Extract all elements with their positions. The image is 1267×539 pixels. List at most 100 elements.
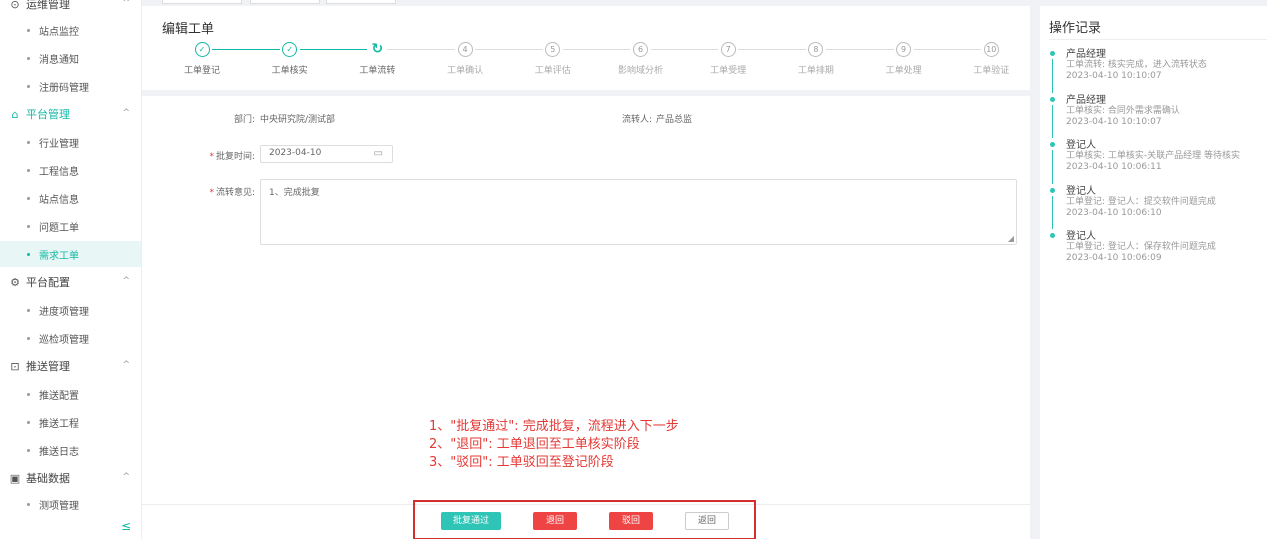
steps-card: 编辑工单 ✓ 工单登记 ✓ 工单核实 ↻ 工单流转 4 工单确认 5 工单评估 6 影响域分析 7 工单受…	[142, 6, 1030, 90]
sidebar-item-project-info[interactable]: 工程信息	[0, 157, 141, 183]
step-2: ✓ 工单核实	[245, 42, 335, 76]
transfer-person-label: 流转人:	[621, 115, 652, 125]
approve-time-label-text: 批复时间:	[215, 152, 255, 162]
chevron-up-icon: ^	[122, 472, 130, 482]
sidebar-group-push[interactable]: ⊡ 推送管理 ^	[0, 353, 141, 379]
sidebar-item-inspection[interactable]: 巡检项管理	[0, 325, 141, 351]
calendar-icon[interactable]: ▭	[374, 148, 383, 159]
collapse-menu-icon[interactable]: ≤	[121, 519, 131, 533]
step-label: 工单排期	[797, 66, 834, 76]
chevron-up-icon: ^	[122, 360, 130, 370]
config-icon: ⚙	[10, 275, 20, 289]
log-who: 登记人	[1066, 231, 1096, 242]
bullet-icon	[27, 252, 30, 256]
step-5: 5 工单评估	[508, 42, 598, 76]
step-number: 9	[896, 42, 912, 57]
tab[interactable]	[326, 0, 396, 4]
reject-button[interactable]: 驳回	[609, 512, 653, 530]
sidebar-item-issue-tickets[interactable]: 问题工单	[0, 213, 141, 239]
sidebar-item-label: 巡检项管理	[39, 334, 89, 346]
sidebar-item-push-config[interactable]: 推送配置	[0, 381, 141, 407]
resize-grip-icon[interactable]: ◢	[1008, 234, 1014, 243]
bullet-icon	[27, 28, 30, 32]
sidebar-item-site-monitor[interactable]: 站点监控	[0, 17, 141, 43]
log-time: 2023-04-10 10:06:09	[1066, 253, 1162, 263]
sidebar-item-progress[interactable]: 进度项管理	[0, 297, 141, 323]
timeline-dot	[1050, 51, 1055, 56]
log-entry: 登记人 工单登记: 登记人：提交软件问题完成 2023-04-10 10:06:10	[1066, 186, 1266, 219]
bullet-icon	[27, 420, 30, 424]
bullet-icon	[27, 336, 30, 340]
sidebar-item-label: 推送日志	[39, 446, 79, 458]
log-desc: 工单登记: 登记人：提交软件问题完成	[1066, 196, 1216, 207]
timeline-line	[1052, 59, 1053, 93]
form-card: 部门: 中央研究院/测试部 流转人: 产品总监 * 批复时间: 2023-04-1…	[142, 96, 1030, 539]
sidebar-item-label: 需求工单	[39, 250, 79, 262]
opinion-label: * 流转意见:	[155, 185, 255, 198]
step-10: 10 工单验证	[946, 42, 1036, 76]
sidebar-group-config[interactable]: ⚙ 平台配置 ^	[0, 269, 141, 295]
step-number: 7	[720, 42, 736, 57]
log-who: 登记人	[1066, 185, 1096, 197]
sidebar-item-industry[interactable]: 行业管理	[0, 129, 141, 155]
sidebar-item-push-project[interactable]: 推送工程	[0, 409, 141, 435]
step-label: 工单登记	[183, 66, 220, 76]
return-button[interactable]: 退回	[533, 512, 577, 530]
step-7: 7 工单受理	[683, 42, 773, 76]
sidebar-item-label: 推送工程	[39, 418, 79, 430]
bullet-icon	[27, 56, 30, 60]
sidebar-item-label: 注册码管理	[39, 82, 89, 94]
step-1: ✓ 工单登记	[157, 42, 247, 76]
bullet-icon	[27, 140, 30, 144]
sidebar-group-label: 运维管理	[26, 0, 70, 11]
sidebar-item-push-log[interactable]: 推送日志	[0, 437, 141, 463]
sidebar-item-requirement-tickets[interactable]: 需求工单	[0, 241, 141, 267]
annotation-text: 1、"批复通过": 完成批复，流程进入下一步 2、"退回": 工单退回至工单核实…	[429, 419, 679, 470]
log-entry: 产品经理 工单核实: 合同外需求需确认 2023-04-10 10:10:07	[1066, 95, 1266, 128]
timeline-dot	[1050, 233, 1055, 238]
log-time: 2023-04-10 10:06:10	[1066, 207, 1162, 218]
sidebar-item-label: 进度项管理	[39, 306, 89, 318]
timeline-dot	[1050, 96, 1055, 102]
step-label: 工单处理	[885, 66, 922, 76]
sidebar-group-platform[interactable]: ⌂ 平台管理 ^	[0, 101, 141, 127]
opinion-textarea[interactable]: 1、完成批复 ◢	[260, 179, 1017, 245]
log-time: 2023-04-10 10:06:11	[1066, 162, 1162, 172]
bullet-icon	[27, 308, 30, 312]
approve-time-input[interactable]: 2023-04-10 ▭	[260, 145, 393, 163]
log-entry: 产品经理 工单流转: 核实完成，进入流转状态 2023-04-10 10:10:07	[1066, 49, 1266, 82]
sidebar-group-base-data[interactable]: ▣ 基础数据 ^	[0, 465, 141, 491]
opinion-label-text: 流转意见:	[215, 188, 255, 198]
step-3: ↻ 工单流转	[332, 42, 422, 77]
sidebar-group-ops[interactable]: ⊙ 运维管理 ^	[0, 0, 141, 17]
timeline-dot	[1050, 187, 1055, 193]
step-label: 工单流转	[359, 66, 396, 76]
dept-value: 中央研究院/测试部	[260, 115, 336, 125]
sidebar-item-label: 消息通知	[39, 54, 79, 66]
step-label: 工单确认	[447, 66, 484, 76]
sidebar-item-reg-code[interactable]: 注册码管理	[0, 73, 141, 99]
step-8: 8 工单排期	[771, 42, 861, 76]
tab[interactable]	[162, 0, 242, 4]
sidebar-item-measure[interactable]: 测项管理	[0, 491, 141, 517]
push-icon: ⊡	[10, 359, 20, 373]
step-label: 工单评估	[534, 66, 571, 76]
database-icon: ▣	[9, 471, 21, 485]
log-title: 操作记录	[1049, 21, 1102, 36]
sidebar-item-label: 问题工单	[39, 222, 79, 234]
bullet-icon	[27, 448, 30, 452]
back-button[interactable]: 返回	[685, 512, 729, 530]
bullet-icon	[27, 502, 30, 506]
log-desc: 工单核实: 合同外需求需确认	[1066, 105, 1180, 116]
log-who: 产品经理	[1066, 49, 1106, 60]
tab[interactable]	[250, 0, 320, 4]
step-number: 6	[633, 42, 648, 57]
log-desc: 工单核实: 工单核实-关联产品经理 等待核实	[1066, 151, 1241, 161]
approve-button[interactable]: 批复通过	[441, 512, 501, 530]
log-time: 2023-04-10 10:10:07	[1066, 116, 1162, 127]
progress-steps: ✓ 工单登记 ✓ 工单核实 ↻ 工单流转 4 工单确认 5 工单评估 6 影响域分析 7 工单受理 8 工单排…	[142, 42, 1030, 82]
log-who: 登记人	[1066, 140, 1096, 151]
sidebar-item-notifications[interactable]: 消息通知	[0, 45, 141, 71]
timeline-line	[1052, 150, 1053, 184]
sidebar-item-site-info[interactable]: 站点信息	[0, 185, 141, 211]
